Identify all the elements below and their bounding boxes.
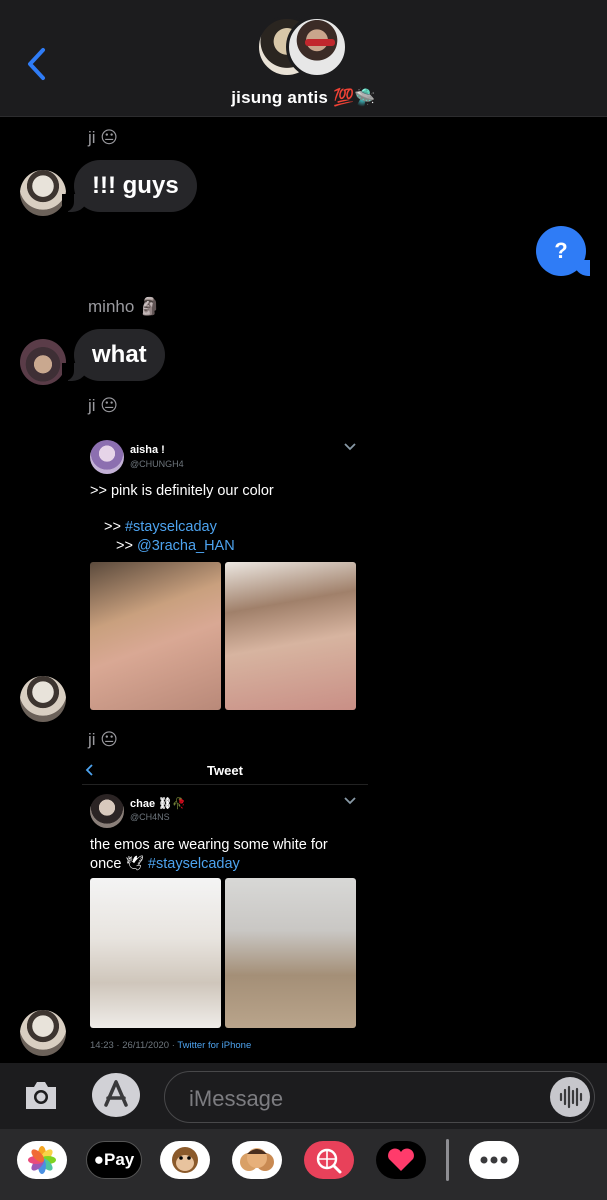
tweet-topbar-title: Tweet: [207, 763, 243, 778]
avatar[interactable]: [20, 1010, 66, 1056]
group-avatar[interactable]: [256, 16, 352, 80]
avatar[interactable]: [20, 170, 66, 216]
drawer-divider: [446, 1139, 449, 1181]
tweet-avatar: [90, 794, 124, 828]
back-button[interactable]: [22, 46, 52, 82]
tweet-photo: [225, 878, 356, 1028]
compose-bar: iMessage: [0, 1063, 607, 1129]
tweet-photo: [90, 562, 221, 710]
tweet-screenshot-image[interactable]: aisha ! @CHUNGH4 >> pink is definitely o…: [82, 430, 368, 720]
message-text: ?: [554, 238, 568, 263]
more-apps-button[interactable]: [469, 1141, 519, 1179]
message-bubble[interactable]: what: [62, 329, 165, 381]
avatar[interactable]: [20, 339, 66, 385]
group-member-avatar: [286, 16, 348, 78]
tweet-text-line: the emos are wearing some white for: [90, 837, 328, 853]
conversation-header: jisung antis 💯🛸: [0, 0, 607, 117]
message-bubble[interactable]: !!! guys: [62, 160, 197, 212]
globe-search-icon: [316, 1148, 342, 1174]
tweet-photo: [225, 562, 356, 710]
apple-logo-icon: ●: [93, 1150, 105, 1169]
tweet-text-prefix: >>: [116, 538, 137, 554]
tweet-photo: [90, 878, 221, 1028]
apple-pay-button[interactable]: ●Pay: [86, 1141, 142, 1179]
digital-touch-app-button[interactable]: [376, 1141, 426, 1179]
app-drawer: ●Pay: [0, 1129, 607, 1200]
monkey-icon: [172, 1147, 198, 1173]
chevron-left-icon: [28, 48, 45, 80]
heart-icon: [388, 1148, 414, 1171]
sender-name: ji 😐: [88, 730, 118, 749]
tweet-timestamp: 14:23 · 26/11/2020 · Twitter for iPhone: [90, 1040, 251, 1051]
tweet-text-prefix: >>: [104, 519, 125, 535]
tweet-author-handle: @CH4NS: [130, 812, 170, 822]
memoji-app-button[interactable]: [232, 1141, 282, 1179]
apple-pay-label: Pay: [104, 1150, 135, 1169]
tweet-author-name: chae ⛓🥀: [130, 798, 186, 810]
tweet-text-prefix: once 🕊: [90, 856, 148, 872]
tweet-avatar: [90, 440, 124, 474]
tweet-source: Twitter for iPhone: [177, 1040, 252, 1051]
ellipsis-icon: [480, 1156, 508, 1164]
photos-icon: [28, 1146, 56, 1174]
mention-link: @3racha_HAN: [136, 538, 235, 554]
audio-message-button[interactable]: [550, 1077, 590, 1117]
tweet-text-line: >> @3racha_HAN: [116, 537, 235, 555]
message-text: !!! guys: [92, 172, 179, 199]
hashtag-link: #stayselcaday: [124, 519, 217, 535]
sender-name: minho 🗿: [88, 297, 161, 316]
memoji-icon: [240, 1148, 274, 1171]
outgoing-message-bubble[interactable]: ?: [536, 226, 590, 276]
group-name[interactable]: jisung antis 💯🛸: [0, 88, 607, 108]
tweet-author-name: aisha !: [130, 444, 165, 456]
tweet-text-line: >> pink is definitely our color: [90, 483, 274, 499]
hashtag-link: #stayselcaday: [147, 856, 240, 872]
avatar[interactable]: [20, 676, 66, 722]
sender-name: ji 😐: [88, 128, 118, 147]
chevron-down-icon: [344, 443, 356, 451]
waveform-icon: [559, 1085, 583, 1109]
tweet-author-handle: @CHUNGH4: [130, 459, 184, 469]
camera-button[interactable]: [22, 1077, 60, 1113]
tweet-text-line: >> #stayselcaday: [104, 518, 217, 536]
app-store-icon: [104, 1080, 128, 1107]
tweet-time: 14:23 · 26/11/2020 ·: [90, 1040, 178, 1051]
app-store-button[interactable]: [92, 1073, 140, 1117]
sender-name: ji 😐: [88, 396, 118, 415]
chevron-down-icon: [344, 797, 356, 805]
tweet-screenshot-image[interactable]: chae ⛓🥀 @CH4NS the emos are wearing some…: [82, 786, 368, 1058]
message-input[interactable]: iMessage: [164, 1071, 595, 1123]
tweet-topbar: Tweet: [82, 757, 368, 785]
message-text: what: [92, 341, 147, 368]
camera-icon: [26, 1082, 56, 1109]
message-input-placeholder: iMessage: [189, 1086, 284, 1111]
tweet-text-line: once 🕊 #stayselcaday: [90, 855, 240, 873]
photos-app-button[interactable]: [17, 1141, 67, 1179]
images-search-app-button[interactable]: [304, 1141, 354, 1179]
animoji-app-button[interactable]: [160, 1141, 210, 1179]
